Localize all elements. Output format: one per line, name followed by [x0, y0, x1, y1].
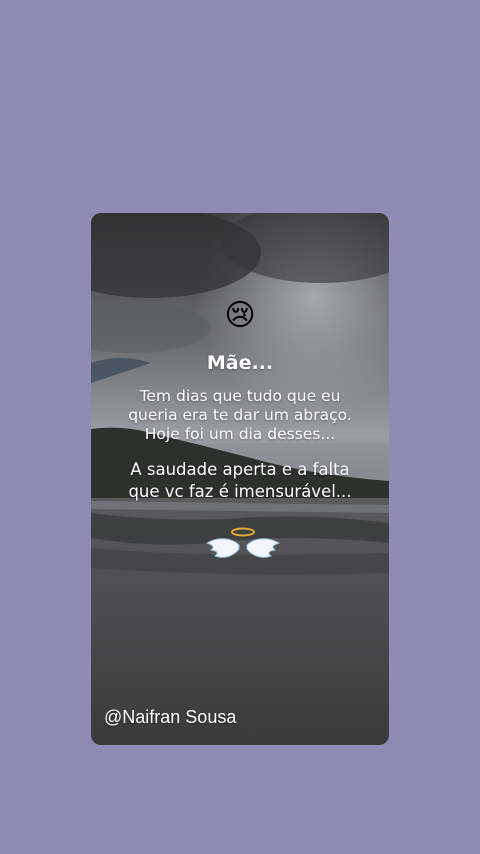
message-line: Tem dias que tudo que eu [139, 387, 341, 405]
message-line: queria era te dar um abraço. [128, 406, 352, 424]
crying-face-icon: 😢 [224, 298, 256, 333]
message-line: Hoje foi um dia desses... [144, 425, 336, 443]
message-line: que vc faz é imensurável... [128, 482, 352, 501]
message-paragraph-1: Tem dias que tudo que eu queria era te d… [97, 387, 383, 444]
post-title: Mãe... [206, 352, 274, 374]
story-card: 😢 Mãe... Tem dias que tudo que eu queria… [91, 213, 389, 745]
angel-wings-halo-icon [205, 527, 281, 558]
author-username[interactable]: @Naifran Sousa [104, 705, 236, 729]
message-line: A saudade aperta e a falta [130, 460, 350, 479]
message-paragraph-2: A saudade aperta e a falta que vc faz é … [97, 459, 383, 503]
